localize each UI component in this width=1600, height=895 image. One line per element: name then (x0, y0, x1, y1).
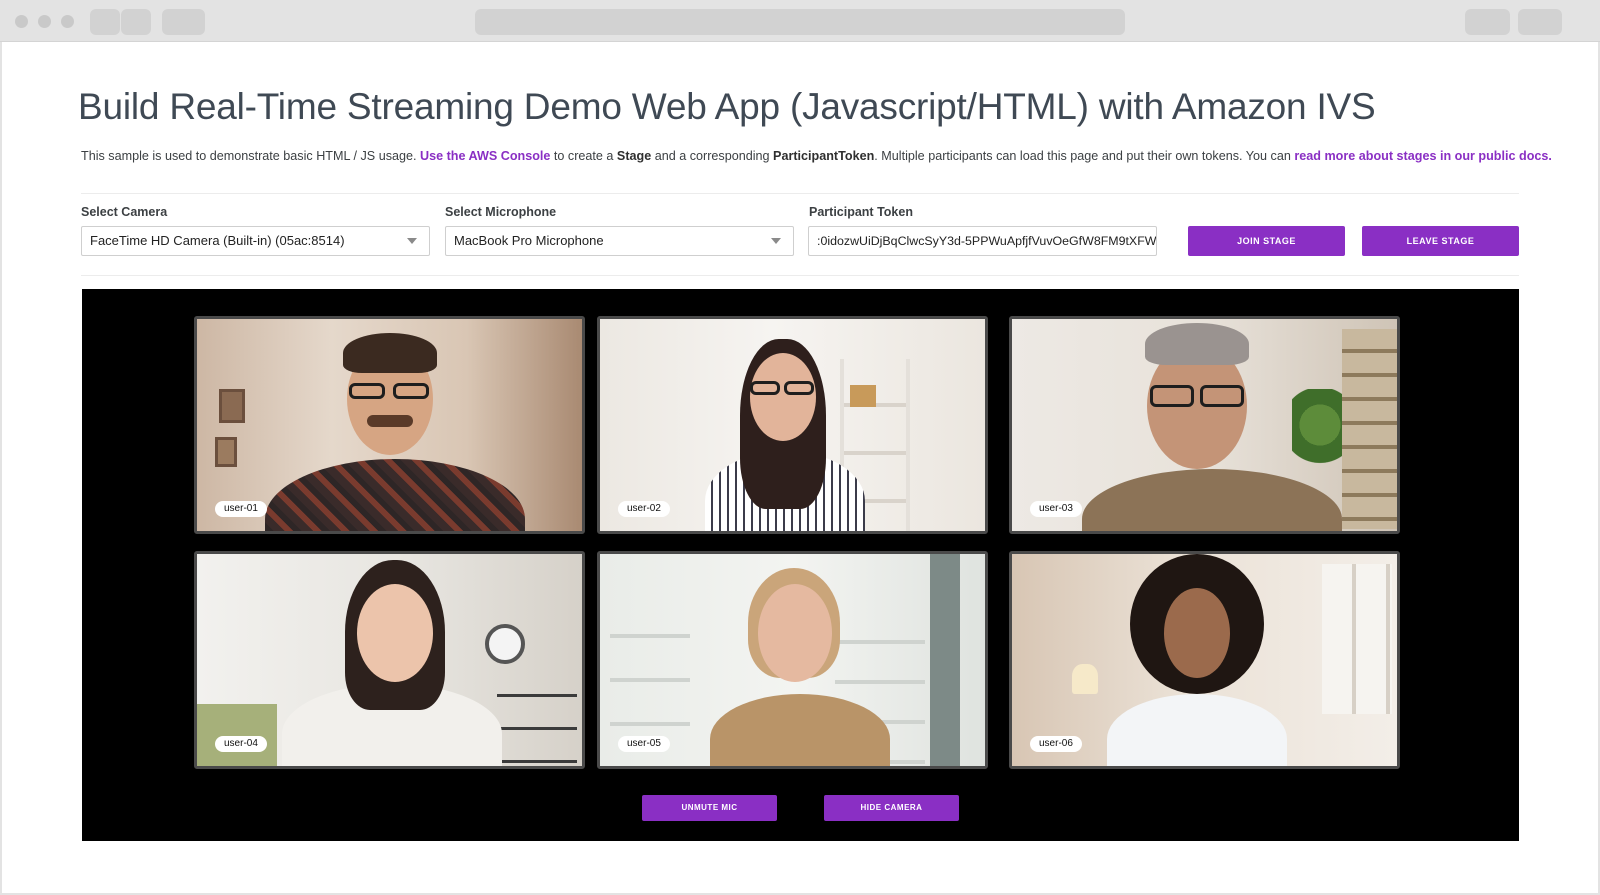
participant-token-keyword: ParticipantToken (773, 149, 875, 163)
participant-name-tag: user-05 (618, 736, 670, 752)
back-button[interactable] (90, 9, 120, 35)
glasses (349, 383, 385, 399)
browser-toolbar (0, 0, 1600, 42)
glasses (1150, 385, 1194, 407)
participant-name-tag: user-04 (215, 736, 267, 752)
glasses (784, 381, 814, 395)
chevron-down-icon (771, 238, 781, 244)
participant-name-tag: user-02 (618, 501, 670, 517)
glasses (750, 381, 780, 395)
wall-clock (485, 624, 525, 664)
participant-tile: user-02 (597, 316, 988, 534)
person-hair (1145, 323, 1249, 365)
glasses (1200, 385, 1244, 407)
window-maximize-icon[interactable] (61, 15, 74, 28)
lamp (1072, 664, 1098, 694)
aws-console-link[interactable]: Use the AWS Console (420, 149, 550, 163)
sidebar-button[interactable] (162, 9, 205, 35)
page-title: Build Real-Time Streaming Demo Web App (… (78, 86, 1376, 127)
microphone-select[interactable]: MacBook Pro Microphone (445, 226, 794, 256)
participant-tile: user-01 (194, 316, 585, 534)
stage-video-grid: user-01 user-02 user-03 user-04 user-05 … (82, 289, 1519, 841)
camera-label: Select Camera (81, 205, 168, 219)
microphone-label: Select Microphone (445, 205, 557, 219)
participant-token-label: Participant Token (809, 205, 913, 219)
intro-part-4: . Multiple participants can load this pa… (874, 149, 1295, 163)
mustache (367, 415, 413, 427)
person-hair (343, 333, 437, 373)
hide-camera-button[interactable]: Hide Camera (824, 795, 959, 821)
participant-token-input[interactable]: :0idozwUiDjBqClwcSyY3d-5PPWuApfjfVuvOeGf… (808, 226, 1157, 256)
wall-frame (215, 437, 237, 467)
bookshelf (1342, 329, 1397, 529)
participant-tile: user-05 (597, 551, 988, 769)
participant-tile: user-06 (1009, 551, 1400, 769)
shelf (497, 664, 577, 766)
divider-bottom (81, 275, 1519, 276)
participant-name-tag: user-03 (1030, 501, 1082, 517)
unmute-mic-button[interactable]: Unmute Mic (642, 795, 777, 821)
intro-text: This sample is used to demonstrate basic… (81, 149, 1552, 163)
camera-select-value: FaceTime HD Camera (Built-in) (05ac:8514… (90, 233, 345, 248)
chevron-down-icon (407, 238, 417, 244)
wall-frame (219, 389, 245, 423)
join-stage-button[interactable]: Join Stage (1188, 226, 1345, 256)
person-head (750, 353, 816, 441)
microphone-select-value: MacBook Pro Microphone (454, 233, 604, 248)
person-head (758, 584, 832, 682)
leave-stage-button[interactable]: Leave Stage (1362, 226, 1519, 256)
window-close-icon[interactable] (15, 15, 28, 28)
glasses (393, 383, 429, 399)
window-frame (930, 554, 960, 766)
share-button[interactable] (1465, 9, 1510, 35)
participant-tile: user-04 (194, 551, 585, 769)
public-docs-link[interactable]: read more about stages in our public doc… (1294, 149, 1552, 163)
divider-top (81, 193, 1519, 194)
participant-tile: user-03 (1009, 316, 1400, 534)
window (1322, 564, 1392, 714)
window-minimize-icon[interactable] (38, 15, 51, 28)
person-head (357, 584, 433, 682)
stage-keyword: Stage (616, 149, 652, 163)
tabs-button[interactable] (1518, 9, 1562, 35)
camera-select[interactable]: FaceTime HD Camera (Built-in) (05ac:8514… (81, 226, 430, 256)
participant-name-tag: user-06 (1030, 736, 1082, 752)
participant-name-tag: user-01 (215, 501, 267, 517)
intro-part-3: and a corresponding (651, 149, 774, 163)
intro-part-1: This sample is used to demonstrate basic… (81, 149, 421, 163)
books (850, 385, 876, 407)
intro-part-2: to create a (550, 149, 617, 163)
person-head (1164, 588, 1230, 678)
address-bar[interactable] (475, 9, 1125, 35)
forward-button[interactable] (121, 9, 151, 35)
